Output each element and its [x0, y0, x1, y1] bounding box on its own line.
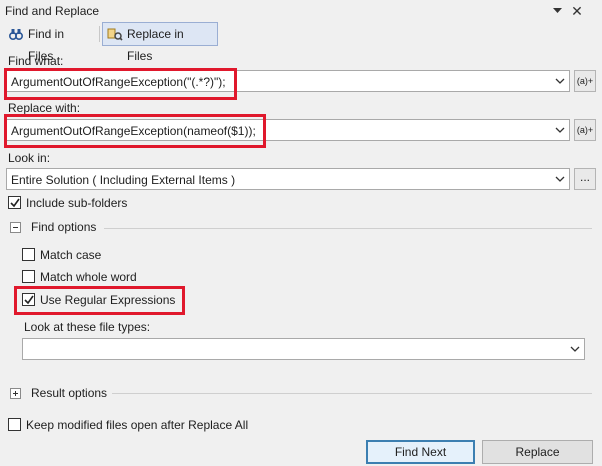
window-title: Find and Replace: [5, 4, 100, 18]
window-menu-chevron-icon[interactable]: [548, 2, 566, 20]
tab-separator: [99, 26, 100, 42]
result-options-divider: [112, 393, 592, 394]
find-what-highlight: [4, 68, 237, 100]
look-in-label: Look in:: [8, 151, 50, 165]
keep-modified-checkbox[interactable]: [8, 418, 21, 431]
tab-bar: Find in Files Replace in Files: [0, 22, 602, 63]
find-options-collapse-button[interactable]: [10, 222, 21, 233]
chevron-down-icon[interactable]: [568, 342, 582, 356]
replace-button[interactable]: Replace: [482, 440, 593, 464]
match-case-label: Match case: [40, 248, 102, 262]
look-in-value: Entire Solution ( Including External Ite…: [11, 173, 236, 187]
result-options-expand-button[interactable]: [10, 388, 21, 399]
include-subfolders-checkbox[interactable]: [8, 196, 21, 209]
find-options-header: Find options: [31, 220, 97, 234]
match-whole-word-label: Match whole word: [40, 270, 137, 284]
chevron-down-icon[interactable]: [553, 123, 567, 137]
find-what-label-text: Find what:: [8, 54, 64, 68]
keep-modified-label: Keep modified files open after Replace A…: [26, 418, 249, 432]
find-regex-builder-button[interactable]: (a)+: [574, 70, 596, 92]
title-bar: Find and Replace ✕: [0, 0, 602, 22]
match-case-checkbox[interactable]: [22, 248, 35, 261]
look-in-select[interactable]: Entire Solution ( Including External Ite…: [6, 168, 570, 190]
chevron-down-icon[interactable]: [553, 172, 567, 186]
tab-replace-in-files[interactable]: Replace in Files: [102, 22, 218, 63]
file-types-input[interactable]: [22, 338, 585, 360]
replace-with-highlight: [4, 114, 266, 148]
file-types-label: Look at these file types:: [24, 320, 151, 334]
binoculars-icon: [8, 26, 24, 42]
include-subfolders-label: Include sub-folders: [26, 196, 128, 210]
minus-icon: [13, 227, 18, 228]
plus-icon-v: [15, 391, 16, 396]
result-options-header: Result options: [31, 386, 108, 400]
chevron-down-icon[interactable]: [553, 74, 567, 88]
browse-folders-button[interactable]: ...: [574, 168, 596, 190]
match-whole-word-checkbox[interactable]: [22, 270, 35, 283]
close-icon[interactable]: ✕: [568, 2, 586, 20]
tab-find-in-files[interactable]: Find in Files: [3, 22, 97, 63]
find-what-label: Find what:: [8, 54, 63, 68]
find-next-button[interactable]: Find Next: [366, 440, 475, 464]
replace-regex-builder-button[interactable]: (a)+: [574, 119, 596, 141]
use-regex-highlight: [14, 286, 185, 315]
tab-replace-label: Replace in Files: [127, 27, 184, 63]
replace-with-label-text: Replace with:: [8, 101, 81, 115]
replace-files-icon: [107, 26, 123, 42]
find-options-divider: [104, 228, 592, 229]
look-in-label-text: Look in:: [8, 151, 51, 165]
replace-with-label: Replace with:: [8, 101, 80, 115]
